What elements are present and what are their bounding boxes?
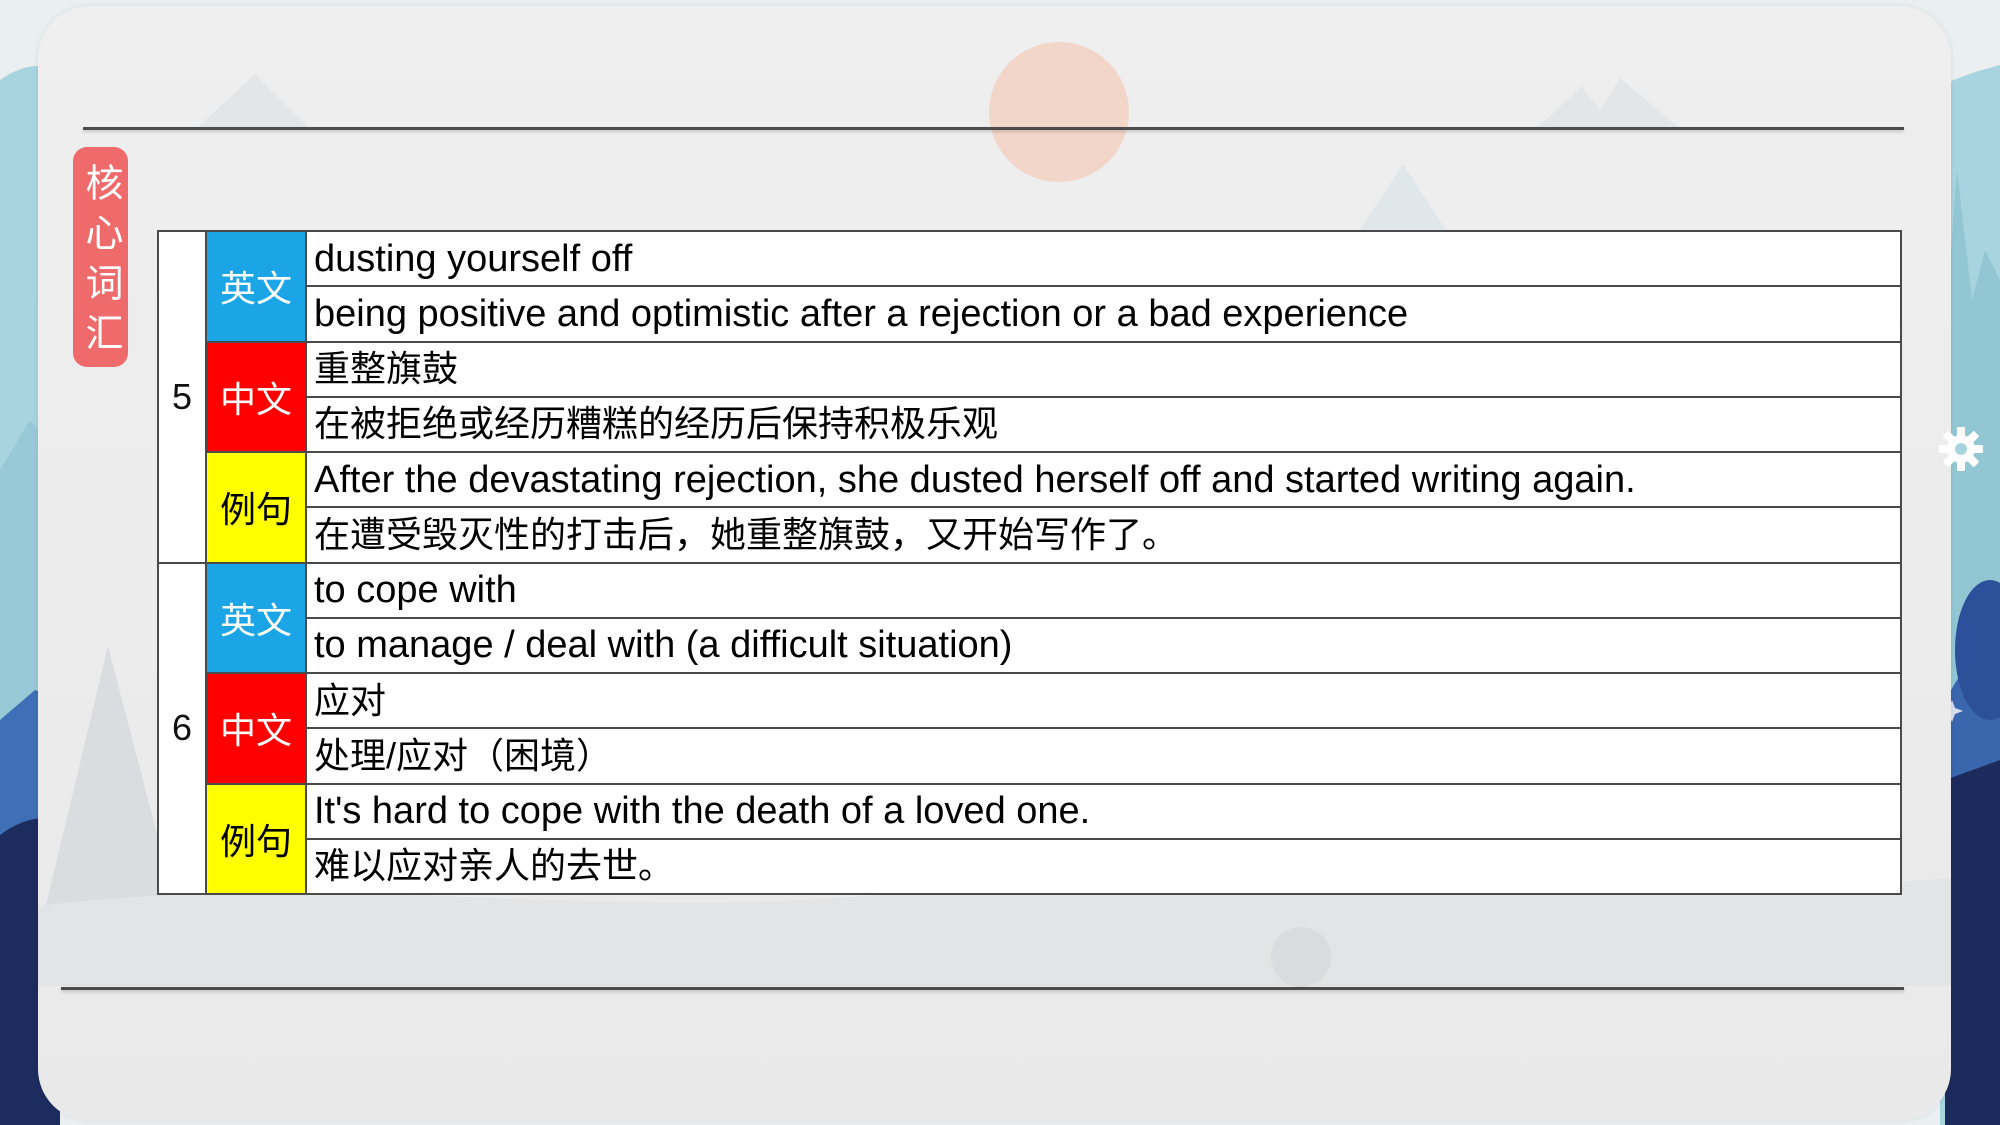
table-row: 6 英文 to cope with: [157, 561, 1902, 895]
table-row: being positive and optimistic after a re…: [158, 285, 1902, 343]
table-row: 中文 重整旗鼓: [158, 340, 1902, 453]
label-chinese: 中文: [205, 672, 307, 785]
definition-english: being positive and optimistic after a re…: [305, 285, 1902, 343]
table-row: 5 英文 dusting yourself off: [157, 229, 1902, 564]
table-row: 难以应对亲人的去世。: [158, 837, 1902, 896]
section-tag-label: 核心词汇: [79, 163, 123, 363]
example-english: After the devastating rejection, she dus…: [305, 450, 1902, 509]
faint-peak: [198, 74, 308, 127]
divider-top: [83, 127, 1904, 130]
term-english: to cope with: [305, 561, 1902, 619]
section-tag: 核心词汇: [73, 147, 128, 367]
vocab-table: 5 英文 dusting yourself off being positive…: [157, 229, 1902, 896]
label-example: 例句: [205, 451, 307, 564]
example-chinese: 在遭受毁灭性的打击后，她重整旗鼓，又开始写作了。: [305, 506, 1902, 564]
divider-bottom: [61, 987, 1904, 990]
entry-number: 5: [157, 230, 207, 564]
entry-number: 6: [157, 561, 207, 895]
label-english: 英文: [205, 230, 307, 343]
table-row: 在遭受毁灭性的打击后，她重整旗鼓，又开始写作了。: [158, 506, 1902, 564]
definition-english: to manage / deal with (a difficult situa…: [305, 616, 1902, 675]
table-row: 例句 It's hard to cope with the death of a…: [158, 782, 1902, 895]
label-example: 例句: [205, 782, 307, 895]
gear-icon: [1939, 427, 1983, 471]
slide-card: 核心词汇 5 英文 dusting yourself off being pos…: [38, 6, 1951, 1121]
definition-chinese: 在被拒绝或经历糟糕的经历后保持积极乐观: [305, 395, 1902, 454]
right-hills-navy: [1945, 760, 2000, 1125]
term-chinese: 重整旗鼓: [305, 340, 1902, 398]
label-english: 英文: [205, 561, 307, 674]
faint-peak: [1356, 164, 1450, 236]
term-chinese: 应对: [305, 671, 1902, 730]
table-row: to manage / deal with (a difficult situa…: [158, 616, 1902, 675]
table-row: 处理/应对（困境）: [158, 727, 1902, 785]
label-chinese: 中文: [205, 340, 307, 453]
term-english: dusting yourself off: [305, 229, 1902, 288]
table-row: 中文 应对: [158, 671, 1902, 785]
table-row: 在被拒绝或经历糟糕的经历后保持积极乐观: [158, 395, 1902, 454]
faint-gear: [1271, 927, 1331, 987]
example-english: It's hard to cope with the death of a lo…: [305, 782, 1902, 840]
example-chinese: 难以应对亲人的去世。: [305, 837, 1902, 896]
faint-peak: [1538, 78, 1678, 127]
sun-decoration: [989, 42, 1129, 182]
table-row: 例句 After the devastating rejection, she …: [158, 450, 1902, 564]
definition-chinese: 处理/应对（困境）: [305, 727, 1902, 785]
